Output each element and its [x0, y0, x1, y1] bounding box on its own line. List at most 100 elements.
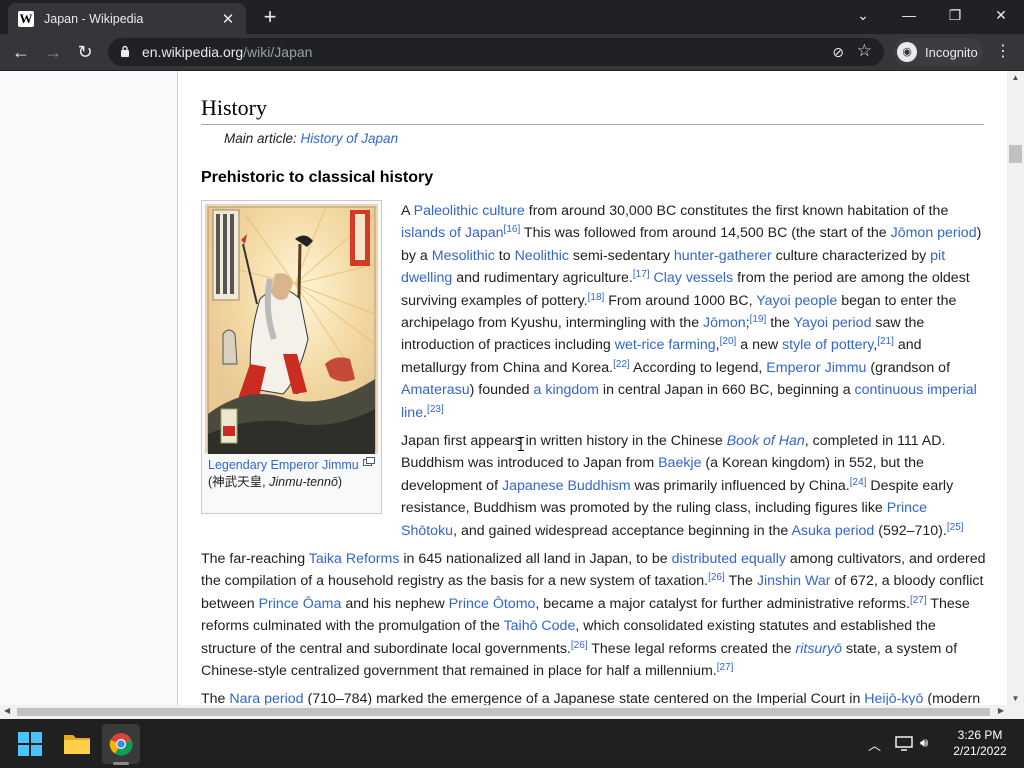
scroll-up-arrow-icon[interactable]: ▲ — [1007, 73, 1024, 82]
article-link[interactable]: Prince Ōtomo — [449, 596, 536, 612]
browser-menu-icon[interactable]: ⋮ — [995, 40, 1011, 64]
scroll-left-arrow-icon[interactable]: ◀ — [4, 706, 10, 715]
article-link[interactable]: Taihō Code — [504, 618, 576, 634]
article-link[interactable]: Jōmon period — [891, 225, 977, 241]
tab-search-icon[interactable]: ⌄ — [840, 0, 886, 30]
article-link[interactable]: Amaterasu — [401, 382, 470, 398]
article-link[interactable]: Book of Han — [727, 433, 805, 449]
new-tab-button[interactable]: + — [258, 6, 282, 30]
image-thumbnail: Legendary Emperor Jimmu (神武天皇, Jinmu-ten… — [201, 200, 382, 514]
lock-icon[interactable] — [120, 45, 130, 57]
article-link[interactable]: Yayoi people — [756, 293, 837, 309]
body-text: the — [766, 315, 794, 332]
body-text: (710–784) marked the emergence of a Japa… — [303, 691, 865, 705]
third-party-cookies-blocked-icon[interactable]: ⊘ — [832, 44, 844, 61]
article-link[interactable]: Baekje — [658, 455, 701, 471]
citation-ref[interactable]: [19] — [750, 314, 767, 325]
incognito-label: Incognito — [925, 44, 978, 60]
emperor-jimmu-woodblock-image[interactable] — [205, 204, 378, 454]
article-link[interactable]: Taika Reforms — [309, 551, 400, 567]
citation-ref[interactable]: [23] — [427, 404, 444, 415]
citation-ref[interactable]: [16] — [504, 224, 521, 235]
article-link[interactable]: Clay vessels — [654, 270, 734, 286]
scroll-down-arrow-icon[interactable]: ▼ — [1007, 694, 1024, 703]
body-text: The far-reaching — [201, 551, 309, 567]
body-text: semi-sedentary — [568, 247, 674, 264]
article-link[interactable]: Yayoi period — [794, 315, 872, 331]
article-link[interactable]: islands of Japan — [401, 225, 504, 241]
article-link[interactable]: Mesolithic — [432, 248, 495, 264]
address-bar[interactable]: en.wikipedia.org/wiki/Japan ⊘ ☆ — [108, 38, 884, 66]
text-cursor-icon — [518, 437, 524, 451]
article-content: History Main article: History of Japan P… — [177, 71, 1007, 705]
subsection-heading: Prehistoric to classical history — [201, 169, 434, 186]
hatnote: Main article: History of Japan — [224, 131, 398, 146]
citation-ref[interactable]: [22] — [613, 359, 630, 370]
citation-ref[interactable]: [21] — [877, 336, 894, 347]
incognito-icon: ◉ — [897, 42, 917, 62]
citation-ref[interactable]: [24] — [850, 477, 867, 488]
article-link[interactable]: distributed equally — [672, 551, 786, 567]
article-link[interactable]: Emperor Jimmu — [766, 360, 866, 376]
incognito-badge[interactable]: ◉ Incognito — [893, 38, 983, 66]
network-icon[interactable] — [895, 736, 913, 751]
citation-ref[interactable]: [20] — [720, 336, 737, 347]
browser-tab[interactable]: W Japan - Wikipedia ✕ — [8, 3, 246, 34]
reload-button[interactable]: ↻ — [72, 40, 98, 64]
citation-ref[interactable]: [17] — [633, 269, 650, 280]
citation-ref[interactable]: [18] — [588, 292, 605, 303]
bookmark-star-icon[interactable]: ☆ — [857, 41, 872, 61]
citation-ref[interactable]: [27] — [717, 662, 734, 673]
system-clock[interactable]: 3:26 PM 2/21/2022 — [945, 727, 1015, 759]
vertical-scroll-thumb[interactable] — [1009, 145, 1022, 163]
horizontal-scroll-thumb[interactable] — [17, 708, 990, 716]
article-link[interactable]: Jinshin War — [757, 573, 831, 589]
volume-icon[interactable]: 🔊︎ — [920, 735, 928, 751]
scroll-right-arrow-icon[interactable]: ▶ — [998, 706, 1004, 715]
body-text: and rudimentary agriculture. — [452, 270, 633, 287]
body-text: From around 1000 BC, — [604, 292, 757, 309]
article-link[interactable]: Jōmon — [703, 315, 746, 331]
close-tab-icon[interactable]: ✕ — [220, 10, 236, 28]
hatnote-link[interactable]: History of Japan — [301, 131, 399, 146]
file-explorer-icon[interactable] — [64, 732, 90, 754]
article-link[interactable]: ritsuryō — [796, 641, 843, 657]
article-link[interactable]: Heijō-kyō — [864, 691, 923, 705]
citation-ref[interactable]: [26] — [708, 572, 725, 583]
article-link[interactable]: hunter-gatherer — [674, 248, 772, 264]
horizontal-scrollbar[interactable]: ◀ ▶ — [0, 705, 1024, 719]
body-text: ) founded — [469, 382, 534, 399]
vertical-scrollbar[interactable]: ▲ ▼ — [1007, 71, 1024, 705]
paragraph-2: Japan first appears in written history i… — [401, 430, 986, 542]
image-caption: Legendary Emperor Jimmu (神武天皇, Jinmu-ten… — [208, 457, 368, 491]
close-window-button[interactable]: ✕ — [978, 0, 1024, 30]
article-link[interactable]: a kingdom — [534, 382, 599, 398]
article-link[interactable]: Paleolithic culture — [414, 203, 525, 219]
article-link[interactable]: Nara period — [229, 691, 303, 705]
citation-ref[interactable]: [25] — [947, 522, 964, 533]
article-link[interactable]: Prince Ōama — [259, 596, 342, 612]
citation-ref[interactable]: [26] — [571, 640, 588, 651]
minimize-button[interactable]: — — [886, 0, 932, 30]
paragraph-1: A Paleolithic culture from around 30,000… — [401, 200, 986, 424]
show-hidden-icons-chevron-icon[interactable]: ︿ — [868, 735, 881, 754]
taskbar: ︿ 🔊︎ 3:26 PM 2/21/2022 — [0, 719, 1024, 768]
forward-button[interactable]: → — [40, 40, 66, 64]
clock-date: 2/21/2022 — [953, 744, 1007, 758]
restore-button[interactable]: ❐ — [932, 0, 978, 30]
article-link[interactable]: style of pottery — [782, 337, 873, 353]
back-button[interactable]: ← — [8, 40, 34, 64]
citation-ref[interactable]: [27] — [910, 595, 927, 606]
article-link[interactable]: Japanese Buddhism — [502, 478, 631, 494]
article-link[interactable]: Asuka period — [791, 523, 874, 539]
body-text: in central Japan in 660 BC, beginning a — [598, 382, 855, 399]
url-text[interactable]: en.wikipedia.org/wiki/Japan — [142, 38, 312, 66]
chrome-icon[interactable] — [109, 732, 133, 756]
body-text: a new — [736, 337, 783, 354]
article-link[interactable]: Neolithic — [515, 248, 569, 264]
windows-start-icon[interactable] — [18, 732, 42, 756]
caption-link-emperor-jimmu[interactable]: Legendary Emperor Jimmu — [208, 458, 359, 472]
caption-text-end: ) — [337, 475, 343, 489]
url-path: /wiki/Japan — [243, 44, 313, 60]
article-link[interactable]: wet-rice farming — [615, 337, 716, 353]
